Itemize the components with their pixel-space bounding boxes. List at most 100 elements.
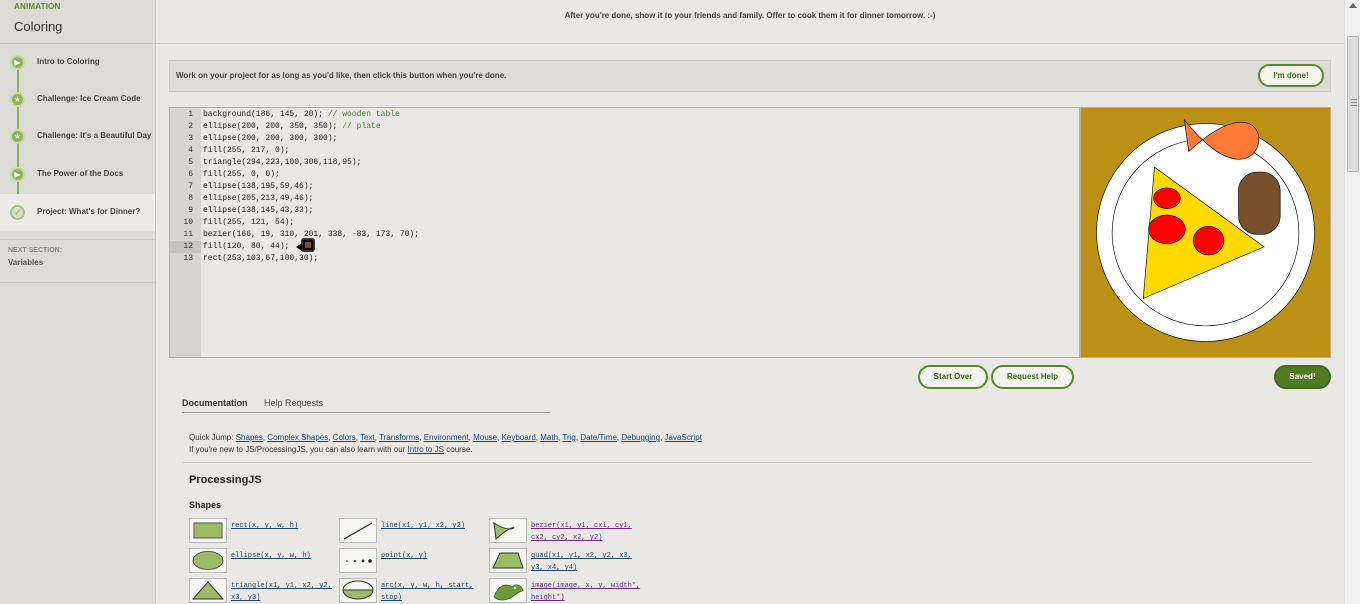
rect-thumbnail-icon [189, 518, 227, 543]
image-doc-link[interactable]: image(image, x, y, width*, height*) [531, 580, 640, 604]
code-text: fill(255, 0, 0); [203, 170, 280, 179]
scroll-up-arrow-icon[interactable] [1349, 3, 1357, 8]
output-drawing [1081, 108, 1330, 357]
start-over-button[interactable]: Start Over [918, 365, 988, 389]
code-comment: // plate [342, 122, 381, 131]
sidebar-item-beautiful-day[interactable]: ★ Challenge: It's a Beautiful Day [0, 118, 155, 155]
line-number: 10 [183, 218, 193, 227]
divider [0, 239, 155, 240]
next-section-link[interactable]: Variables [8, 258, 43, 267]
triangle-doc-link[interactable]: triangle(x1, y1, x2, y2, x3, y3) [231, 580, 332, 604]
quad-thumbnail-icon [489, 548, 527, 573]
ellipse-doc-link[interactable]: ellipse(x, y, w, h) [231, 550, 311, 562]
intro-to-js-link[interactable]: Intro to JS [408, 445, 444, 454]
code-editor[interactable]: 1 2 3 4 5 6 7 8 9 10 11 12 13 background(186, 145, 2… [169, 107, 1080, 358]
code-line[interactable]: fill(255, 121, 54); [203, 217, 294, 229]
code-line[interactable]: fill(255, 217, 0); [203, 145, 289, 157]
program-output-canvas [1080, 107, 1331, 358]
code-line[interactable]: ellipse(138,145,43,33); [203, 205, 313, 217]
code-text: triangle(294,223,100,306,118,95); [203, 158, 362, 167]
quad-doc-link[interactable]: quad(x1, y1, x2, y2, x3, y3, x4, y4) [531, 550, 632, 574]
quick-jump-link[interactable]: Mouse [473, 433, 497, 442]
docs-subsection-title: Shapes [189, 500, 222, 510]
code-line[interactable]: fill(255, 0, 0); [203, 169, 280, 181]
line-doc-link[interactable]: line(x1, y1, x2, y2) [381, 520, 465, 532]
sidebar-item-ice-cream-code[interactable]: ★ Challenge: Ice Cream Code [0, 81, 155, 118]
im-done-button[interactable]: I'm done! [1258, 64, 1324, 87]
point-thumbnail-icon [339, 548, 377, 573]
sidebar-item-label: Challenge: Ice Cream Code [37, 94, 141, 103]
code-line[interactable]: ellipse(138,195,59,46); [203, 181, 313, 193]
quick-jump-link[interactable]: Colors [333, 433, 356, 442]
code-line[interactable]: triangle(294,223,100,306,118,95); [203, 157, 361, 169]
docs-tabs: Documentation Help Requests [182, 397, 550, 413]
quick-jump-link[interactable]: Math [540, 433, 558, 442]
code-line[interactable]: ellipse(200, 200, 300, 300); [203, 133, 337, 145]
play-icon: ▶ [10, 55, 25, 70]
line-thumbnail-icon [339, 518, 377, 543]
rect-doc-link[interactable]: rect(x, y, w, h) [231, 520, 298, 532]
quick-jump-links: Shapes, Complex Shapes, Colors, Text, Tr… [235, 433, 702, 442]
line-number: 3 [188, 134, 193, 143]
docs-section-title: ProcessingJS [189, 474, 262, 486]
line-number: 11 [183, 230, 193, 239]
sidebar-item-power-of-docs[interactable]: ▶ The Power of the Docs [0, 156, 155, 193]
quick-jump-link[interactable]: Complex Shapes [267, 433, 328, 442]
project-bar: Work on your project for as long as you'… [169, 60, 1331, 92]
tab-documentation[interactable]: Documentation [182, 398, 248, 408]
tab-help-requests[interactable]: Help Requests [264, 398, 323, 408]
quick-jump: Quick Jump: Shapes, Complex Shapes, Colo… [189, 433, 702, 442]
triangle-thumbnail-icon [189, 578, 227, 603]
code-line[interactable]: background(186, 145, 20); // wooden tabl… [203, 109, 400, 121]
code-text: background(186, 145, 20); [203, 110, 328, 119]
quick-jump-link[interactable]: JavaScript [665, 433, 702, 442]
next-section-label: NEXT SECTION: [8, 247, 63, 254]
code-line[interactable]: fill(120, 80, 44); [203, 241, 289, 253]
code-line[interactable]: ellipse(200, 200, 350, 350); // plate [203, 121, 381, 133]
quick-jump-link[interactable]: Keyboard [502, 433, 536, 442]
scroll-thumb[interactable] [1347, 36, 1359, 172]
quick-jump-link[interactable]: Debugging [621, 433, 660, 442]
project-message: Work on your project for as long as you'… [176, 71, 507, 80]
bezier-thumbnail-icon [489, 518, 527, 543]
code-text: fill(120, 80, 44); [203, 242, 290, 251]
code-line[interactable]: rect(253,103,67,100,30); [203, 253, 318, 265]
quick-jump-link[interactable]: Environment [424, 433, 469, 442]
section-title[interactable]: Coloring [14, 19, 62, 34]
line-number: 4 [188, 146, 193, 155]
sidebar-item-label: The Power of the Docs [37, 169, 124, 178]
line-number: 1 [188, 110, 193, 119]
bezier-doc-link[interactable]: bezier(x1, y1, cx1, cy1, cx2, cy2, x2, y… [531, 520, 632, 544]
page-scrollbar[interactable] [1344, 0, 1360, 604]
arc-doc-link[interactable]: arc(x, y, w, h, start, stop) [381, 580, 473, 604]
line-number: 9 [188, 206, 193, 215]
code-text: ellipse(200, 200, 350, 350); [203, 122, 343, 131]
line-number: 6 [188, 170, 193, 179]
sidebar-item-label: Intro to Coloring [37, 57, 100, 66]
drink [1238, 171, 1281, 235]
line-number: 2 [188, 122, 193, 131]
leaf-winston-image-icon [489, 578, 527, 603]
color-picker-icon[interactable] [296, 238, 315, 252]
quick-jump-link[interactable]: Date/Time [580, 433, 617, 442]
code-text: ellipse(205,213,49,46); [203, 194, 314, 203]
code-text: fill(255, 121, 54); [203, 218, 295, 227]
quick-jump-link[interactable]: Shapes [236, 433, 263, 442]
quick-jump-link[interactable]: Trig [562, 433, 575, 442]
point-doc-link[interactable]: point(x, y) [381, 550, 427, 562]
saved-button[interactable]: Saved! [1274, 365, 1331, 389]
code-comment: // wooden table [327, 110, 400, 119]
sidebar-item-intro-to-coloring[interactable]: ▶ Intro to Coloring [0, 44, 155, 81]
quick-jump-link[interactable]: Transforms [379, 433, 419, 442]
code-text: ellipse(200, 200, 300, 300); [203, 134, 338, 143]
quick-jump-link[interactable]: Text [360, 433, 375, 442]
sidebar-item-whats-for-dinner[interactable]: ✓ Project: What's for Dinner? [0, 194, 155, 231]
code-line[interactable]: ellipse(205,213,49,46); [203, 193, 313, 205]
pepperoni [1193, 225, 1225, 256]
intro-note: If you're new to JS/ProcessingJS, you ca… [189, 445, 472, 454]
line-number: 13 [183, 254, 193, 263]
request-help-button[interactable]: Request Help [991, 365, 1074, 389]
section-label: ANIMATION [14, 2, 61, 11]
line-number: 12 [170, 241, 201, 253]
step-instruction: After you're done, show it to your frien… [156, 0, 1344, 44]
